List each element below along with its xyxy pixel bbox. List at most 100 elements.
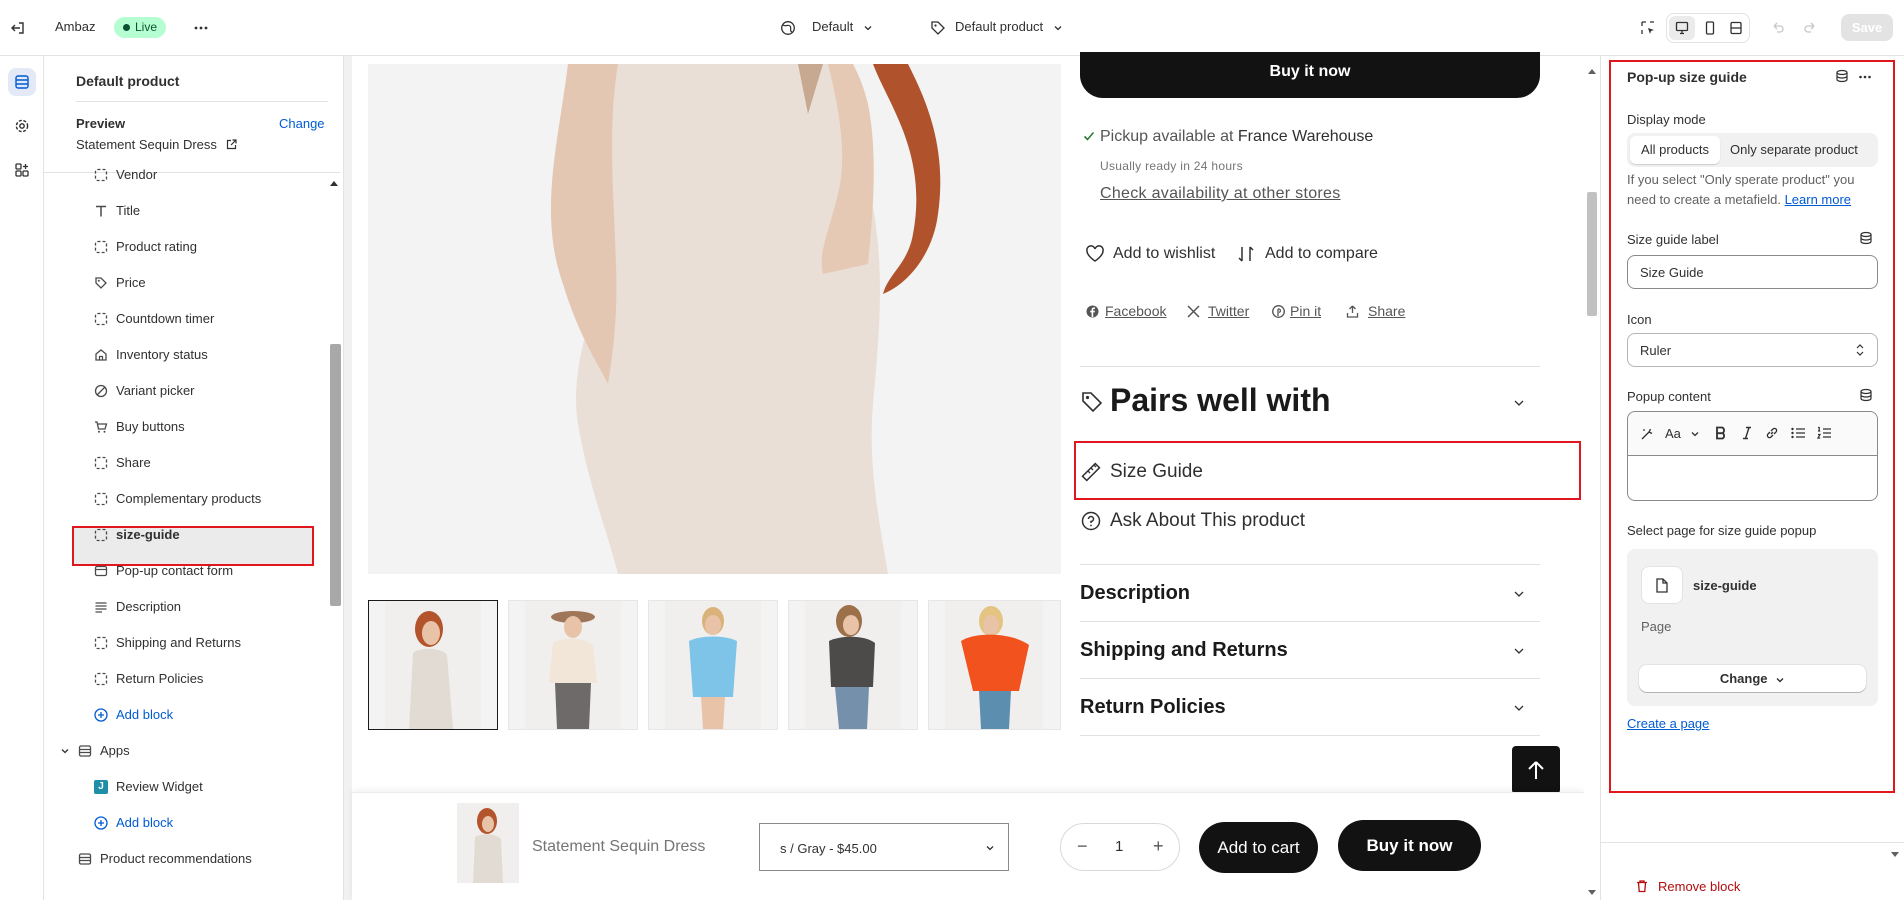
block-item-review-widget[interactable]: J Review Widget <box>44 770 340 804</box>
theme-select-label: Default <box>812 19 854 34</box>
block-item-price[interactable]: Price <box>44 266 340 300</box>
accordion-shipping-and-returns[interactable]: Shipping and Returns <box>1080 639 1288 662</box>
block-item-complementary-products[interactable]: Complementary products <box>44 482 340 516</box>
add-block-button[interactable]: Add block <box>44 698 340 732</box>
resize-handle-icon[interactable] <box>1891 852 1899 858</box>
trash-icon[interactable] <box>1635 879 1649 893</box>
undo-icon[interactable] <box>1770 20 1786 36</box>
dynamic-source-icon[interactable] <box>1859 231 1873 245</box>
redo-icon[interactable] <box>1802 20 1818 36</box>
accordion-description[interactable]: Description <box>1080 582 1190 605</box>
check-availability-link[interactable]: Check availability at other stores <box>1100 185 1341 203</box>
block-item-shipping-and-returns[interactable]: Shipping and Returns <box>44 626 340 660</box>
dynamic-source-icon[interactable] <box>1835 69 1849 83</box>
block-item-variant-picker[interactable]: Variant picker <box>44 374 340 408</box>
quantity-stepper: − 1 + <box>1060 823 1180 871</box>
product-thumbnail[interactable] <box>368 600 498 730</box>
block-label: Review Widget <box>116 779 203 794</box>
theme-settings-rail-button[interactable] <box>8 112 36 140</box>
block-item-vendor[interactable]: Vendor <box>44 158 340 192</box>
compare-arrows-icon <box>1238 245 1254 263</box>
create-page-link[interactable]: Create a page <box>1627 716 1709 731</box>
block-item-share[interactable]: Share <box>44 446 340 480</box>
product-thumbnail[interactable] <box>928 600 1061 730</box>
quantity-increase-button[interactable]: + <box>1153 836 1164 857</box>
product-thumbnail[interactable] <box>648 600 778 730</box>
chevron-down-icon[interactable] <box>1513 702 1525 714</box>
bulleted-list-icon[interactable] <box>1791 427 1805 439</box>
block-item-description[interactable]: Description <box>44 590 340 624</box>
display-mode-all-products[interactable]: All products <box>1630 136 1720 164</box>
preview-product-name[interactable]: Statement Sequin Dress <box>76 137 237 152</box>
share-link[interactable]: Share <box>1368 303 1405 319</box>
accordion-return-policies[interactable]: Return Policies <box>1080 696 1226 719</box>
exit-icon[interactable] <box>10 20 26 36</box>
chevron-down-icon[interactable] <box>1513 645 1525 657</box>
size-guide-button[interactable]: Size Guide <box>1110 461 1203 483</box>
italic-icon[interactable] <box>1742 426 1752 440</box>
magic-wand-icon[interactable] <box>1640 427 1654 441</box>
more-icon[interactable] <box>1858 70 1872 84</box>
quantity-value[interactable]: 1 <box>1115 838 1123 855</box>
buy-now-top-button[interactable]: Buy it now <box>1080 52 1540 98</box>
link-icon[interactable] <box>1765 426 1779 440</box>
chevron-down-icon[interactable] <box>1513 397 1525 409</box>
back-to-top-button[interactable] <box>1512 746 1560 794</box>
apps-rail-button[interactable] <box>8 156 36 184</box>
more-icon[interactable] <box>193 20 209 36</box>
quantity-decrease-button[interactable]: − <box>1077 836 1088 857</box>
app-add-block-button[interactable]: Add block <box>44 806 340 840</box>
icon-select[interactable]: Ruler <box>1627 333 1878 367</box>
template-select[interactable]: Default product <box>955 19 1063 34</box>
canvas-scrollbar[interactable] <box>1584 56 1600 900</box>
block-item-size-guide[interactable]: size-guide <box>44 518 340 552</box>
theme-select[interactable]: Default <box>812 19 873 34</box>
add-to-compare-link[interactable]: Add to compare <box>1265 245 1378 263</box>
fullscreen-view-button[interactable] <box>1723 16 1749 40</box>
font-size-button[interactable]: Aa <box>1665 426 1681 441</box>
block-item-buy-buttons[interactable]: Buy buttons <box>44 410 340 444</box>
block-item-product-rating[interactable]: Product rating <box>44 230 340 264</box>
product-thumbnail[interactable] <box>508 600 638 730</box>
chevron-down-icon[interactable] <box>1513 588 1525 600</box>
rich-text-input-area[interactable] <box>1628 457 1877 500</box>
block-label: Buy buttons <box>116 419 185 434</box>
product-thumbnail[interactable] <box>788 600 918 730</box>
remove-block-button[interactable]: Remove block <box>1658 879 1740 894</box>
divider <box>1080 564 1540 565</box>
desktop-view-button[interactable] <box>1669 16 1695 40</box>
page-icon <box>1656 578 1668 593</box>
display-mode-only-separate-product[interactable]: Only separate product <box>1730 142 1858 157</box>
block-item-title[interactable]: Title <box>44 194 340 228</box>
mobile-view-button[interactable] <box>1697 16 1723 40</box>
ask-about-product-button[interactable]: Ask About This product <box>1110 510 1305 532</box>
numbered-list-icon[interactable] <box>1817 426 1831 440</box>
block-item-countdown-timer[interactable]: Countdown timer <box>44 302 340 336</box>
block-item-inventory-status[interactable]: Inventory status <box>44 338 340 372</box>
product-main-image[interactable] <box>368 64 1061 574</box>
add-to-cart-button[interactable]: Add to cart <box>1199 822 1318 873</box>
dynamic-source-icon[interactable] <box>1859 388 1873 402</box>
block-item-return-policies[interactable]: Return Policies <box>44 662 340 696</box>
change-preview-link[interactable]: Change <box>279 116 325 131</box>
sidebar-scrollbar[interactable] <box>330 344 341 606</box>
block-item-popup-contact-form[interactable]: Pop-up contact form <box>44 554 340 588</box>
change-page-button[interactable]: Change <box>1639 665 1866 692</box>
apps-section-header[interactable]: Apps <box>44 734 340 768</box>
sections-rail-button[interactable] <box>8 68 36 96</box>
bold-icon[interactable] <box>1715 426 1727 440</box>
save-button[interactable]: Save <box>1841 14 1893 41</box>
inspector-icon[interactable] <box>1640 20 1656 36</box>
variant-select[interactable]: s / Gray - $45.00 <box>759 823 1009 871</box>
learn-more-link[interactable]: Learn more <box>1785 192 1851 207</box>
facebook-share-link[interactable]: Facebook <box>1105 303 1166 319</box>
canvas-scroll-thumb[interactable] <box>1587 192 1597 316</box>
pinterest-share-link[interactable]: Pin it <box>1290 303 1321 319</box>
twitter-share-link[interactable]: Twitter <box>1208 303 1249 319</box>
sticky-buy-now-button[interactable]: Buy it now <box>1338 820 1481 871</box>
gear-icon <box>14 118 30 134</box>
section-product-recommendations[interactable]: Product recommendations <box>44 842 340 876</box>
pairs-well-with-heading[interactable]: Pairs well with <box>1110 382 1331 419</box>
add-to-wishlist-link[interactable]: Add to wishlist <box>1113 245 1215 263</box>
size-guide-label-input[interactable]: Size Guide <box>1627 255 1878 289</box>
